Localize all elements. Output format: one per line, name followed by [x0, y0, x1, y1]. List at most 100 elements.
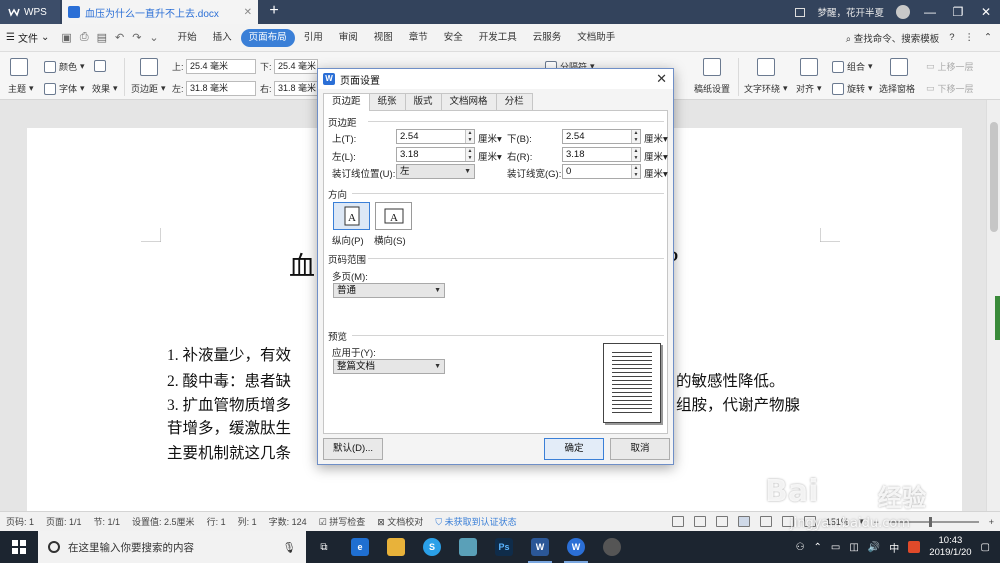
select-pane-button[interactable]: 选择窗格: [879, 82, 915, 95]
menu-home[interactable]: 开始: [171, 29, 204, 47]
taskbar-word[interactable]: W: [522, 531, 558, 563]
menu-page-layout[interactable]: 页面布局: [240, 28, 295, 47]
portrait-button[interactable]: A: [333, 202, 370, 230]
notification-icon[interactable]: ▢: [981, 542, 990, 553]
taskbar-photoshop[interactable]: Ps: [486, 531, 522, 563]
right-margin-unit[interactable]: 厘米▾: [644, 149, 668, 163]
ribbon-bottom-margin-input[interactable]: 25.4 毫米: [274, 59, 318, 74]
effect-button[interactable]: 效果 ▾: [92, 82, 118, 95]
new-tab-button[interactable]: +: [264, 2, 284, 22]
fullscreen-icon[interactable]: [671, 516, 684, 527]
menu-doc-assistant[interactable]: 文档助手: [570, 29, 622, 47]
tab-columns[interactable]: 分栏: [495, 93, 533, 110]
people-icon[interactable]: ⚇: [796, 542, 805, 553]
maximize-icon[interactable]: ❐: [950, 5, 966, 19]
color-button[interactable]: 颜色 ▾: [44, 60, 85, 73]
menu-security[interactable]: 安全: [437, 29, 470, 47]
window-layout-icon[interactable]: [795, 7, 806, 17]
menu-review[interactable]: 审阅: [332, 29, 365, 47]
margins-button[interactable]: 页边距 ▾: [131, 82, 166, 95]
tab-layout[interactable]: 版式: [404, 93, 442, 110]
spinner-arrows-icon[interactable]: ▲ ▼: [465, 130, 474, 143]
wps-home-tab[interactable]: WPS: [0, 0, 60, 24]
save-icon[interactable]: ▣: [61, 31, 71, 44]
tab-paper[interactable]: 纸张: [368, 93, 406, 110]
align-button[interactable]: 对齐 ▾: [796, 82, 822, 95]
microphone-icon[interactable]: 🎙: [283, 541, 296, 554]
default-button[interactable]: 默认(D)...: [323, 438, 383, 460]
landscape-button[interactable]: A: [375, 202, 412, 230]
manuscript-icon-button[interactable]: [703, 58, 721, 76]
margins-icon-button[interactable]: [140, 58, 158, 76]
taskbar-edge[interactable]: e: [342, 531, 378, 563]
top-margin-input[interactable]: 2.54 ▲ ▼: [396, 129, 475, 144]
spinner-arrows-icon[interactable]: ▲ ▼: [631, 148, 640, 161]
rotate-button[interactable]: 旋转 ▾: [832, 82, 873, 95]
undo-icon[interactable]: ↶: [115, 31, 124, 44]
minimize-icon[interactable]: —: [922, 5, 938, 19]
customize-icon[interactable]: ⌄: [149, 31, 158, 44]
gutter-position-select[interactable]: 左 ▼: [396, 164, 475, 179]
dialog-close-icon[interactable]: ✕: [656, 71, 667, 87]
user-avatar[interactable]: [896, 5, 910, 19]
volume-icon[interactable]: 🔊: [868, 542, 880, 553]
task-view-button[interactable]: ⧉: [306, 531, 342, 563]
group-button[interactable]: 组合 ▾: [832, 60, 873, 73]
print-icon[interactable]: ⎙: [80, 31, 89, 44]
status-word-count[interactable]: 字数: 124: [269, 515, 307, 528]
spell-check-button[interactable]: ☑ 拼写检查: [319, 515, 366, 528]
file-menu[interactable]: ☰ 文件 ⌄: [6, 30, 49, 45]
sogou-tray-icon[interactable]: [908, 541, 921, 553]
menu-developer[interactable]: 开发工具: [472, 29, 524, 47]
gutter-width-unit[interactable]: 厘米▾: [644, 166, 668, 180]
network-icon[interactable]: ◫: [849, 542, 858, 553]
start-button[interactable]: [0, 531, 38, 563]
spinner-arrows-icon[interactable]: ▲ ▼: [631, 130, 640, 143]
side-widget[interactable]: [995, 296, 1000, 340]
taskbar-explorer[interactable]: [378, 531, 414, 563]
close-tab-icon[interactable]: ✕: [244, 7, 252, 18]
landscape-label[interactable]: 横向(S): [374, 233, 406, 247]
collapse-ribbon-icon[interactable]: ⌃: [984, 32, 992, 43]
left-margin-input[interactable]: 3.18 ▲ ▼: [396, 147, 475, 162]
text-wrap-icon-button[interactable]: [757, 58, 775, 76]
tray-expand-icon[interactable]: ⌃: [814, 542, 822, 553]
theme-button[interactable]: [10, 58, 28, 76]
taskbar-search[interactable]: 在这里输入你要搜索的内容 🎙: [38, 531, 306, 563]
multi-pages-select[interactable]: 普通 ▼: [333, 283, 445, 298]
text-wrap-button[interactable]: 文字环绕 ▾: [744, 82, 788, 95]
menu-insert[interactable]: 插入: [206, 29, 239, 47]
select-pane-icon-button[interactable]: [890, 58, 908, 76]
user-name[interactable]: 梦醒，花开半夏: [817, 5, 884, 19]
write-mode-icon[interactable]: [715, 516, 728, 527]
theme-label-button[interactable]: 主题 ▾: [8, 82, 34, 95]
spinner-arrows-icon[interactable]: ▲ ▼: [631, 165, 640, 178]
command-search[interactable]: ⌕ 查找命令、搜索模板: [846, 31, 939, 45]
left-margin-unit[interactable]: 厘米▾: [478, 149, 502, 163]
spinner-arrows-icon[interactable]: ▲ ▼: [465, 148, 474, 161]
ribbon-top-margin-input[interactable]: 25.4 毫米: [186, 59, 256, 74]
menu-cloud[interactable]: 云服务: [526, 29, 569, 47]
read-mode-icon[interactable]: [693, 516, 706, 527]
menu-chapter[interactable]: 章节: [402, 29, 435, 47]
clock[interactable]: 10:43 2019/1/20: [929, 535, 971, 559]
doc-proof-button[interactable]: ⊠ 文档校对: [377, 515, 423, 528]
auth-status[interactable]: ⛉ 未获取到认证状态: [435, 515, 516, 528]
help-icon[interactable]: ?: [949, 32, 954, 43]
cancel-button[interactable]: 取消: [610, 438, 670, 460]
menu-references[interactable]: 引用: [297, 29, 330, 47]
close-window-icon[interactable]: ✕: [978, 5, 994, 19]
ribbon-right-margin-input[interactable]: 31.8 毫米: [274, 81, 318, 96]
right-margin-input[interactable]: 3.18 ▲ ▼: [562, 147, 641, 162]
taskbar-app-blue[interactable]: [450, 531, 486, 563]
tab-doc-grid[interactable]: 文档网格: [440, 93, 497, 110]
bottom-margin-input[interactable]: 2.54 ▲ ▼: [562, 129, 641, 144]
dialog-titlebar[interactable]: W 页面设置 ✕: [318, 69, 673, 89]
gutter-width-input[interactable]: 0 ▲ ▼: [562, 164, 641, 179]
taskbar-wps[interactable]: W: [558, 531, 594, 563]
scroll-thumb[interactable]: [990, 122, 998, 232]
zoom-in-icon[interactable]: +: [989, 517, 994, 527]
document-tab[interactable]: 血压为什么一直升不上去.docx ✕: [62, 0, 258, 24]
top-margin-unit[interactable]: 厘米▾: [478, 131, 502, 145]
tab-margins[interactable]: 页边距: [323, 93, 370, 111]
